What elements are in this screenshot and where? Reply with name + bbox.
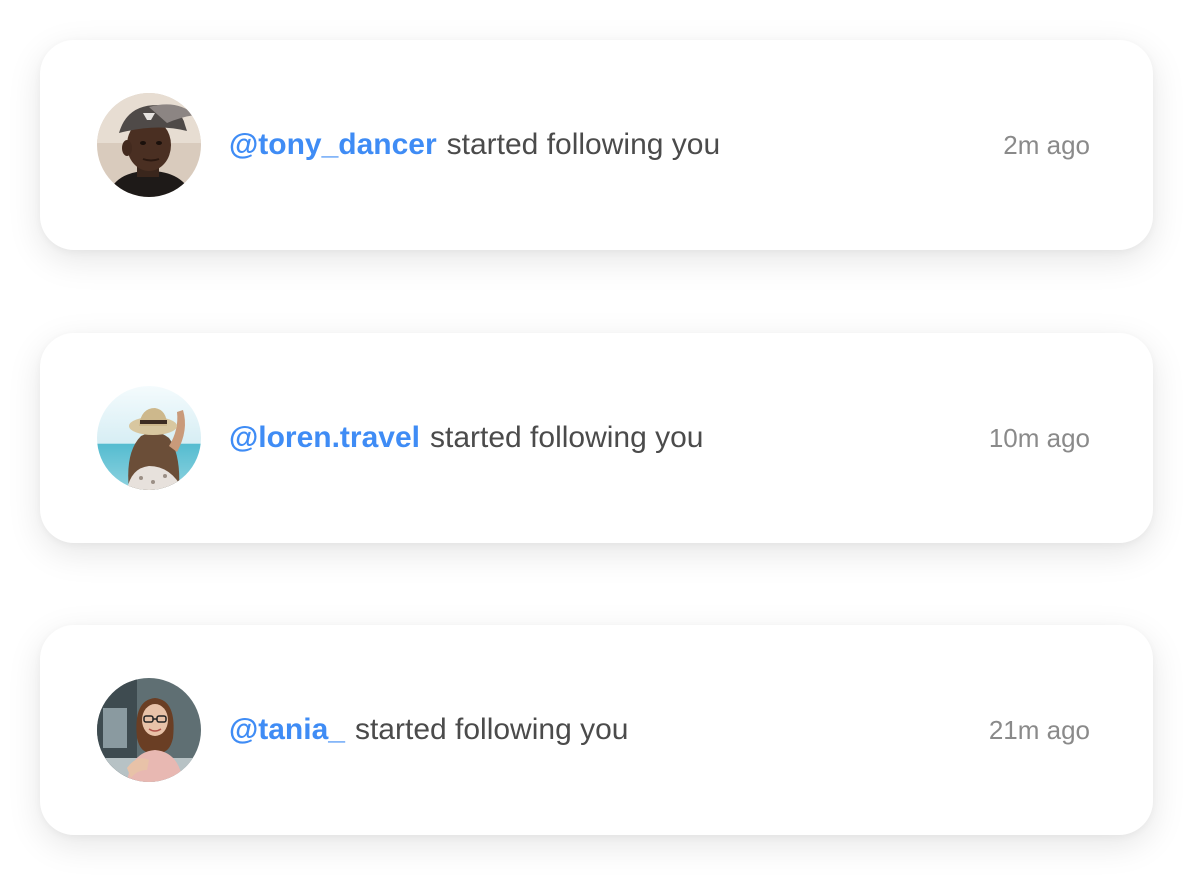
notification-timestamp: 21m ago (988, 714, 1090, 745)
user-photo-icon (97, 386, 201, 490)
notification-message: @tania_ started following you (229, 625, 628, 835)
avatar[interactable] (97, 678, 201, 782)
user-handle-link[interactable]: @tania_ (229, 713, 345, 747)
notification-action-text: started following you (430, 421, 704, 454)
user-handle-link[interactable]: @tony_dancer (229, 128, 437, 162)
avatar[interactable] (97, 386, 201, 490)
user-handle-link[interactable]: @loren.travel (229, 421, 420, 455)
notification-card[interactable]: @tony_dancer started following you 2m ag… (40, 40, 1153, 250)
notification-card[interactable]: @tania_ started following you 21m ago (40, 625, 1153, 835)
notification-timestamp: 10m ago (988, 422, 1090, 453)
notification-action-text: started following you (446, 128, 721, 161)
notification-card[interactable]: @loren.travel started following you 10m … (40, 333, 1153, 543)
user-photo-icon (97, 678, 201, 782)
notification-action-text: started following you (354, 713, 629, 746)
avatar[interactable] (97, 93, 201, 197)
notification-message: @tony_dancer started following you (229, 40, 720, 250)
notification-message: @loren.travel started following you (229, 333, 704, 543)
notification-timestamp: 2m ago (1003, 129, 1090, 160)
user-photo-icon (97, 93, 201, 197)
